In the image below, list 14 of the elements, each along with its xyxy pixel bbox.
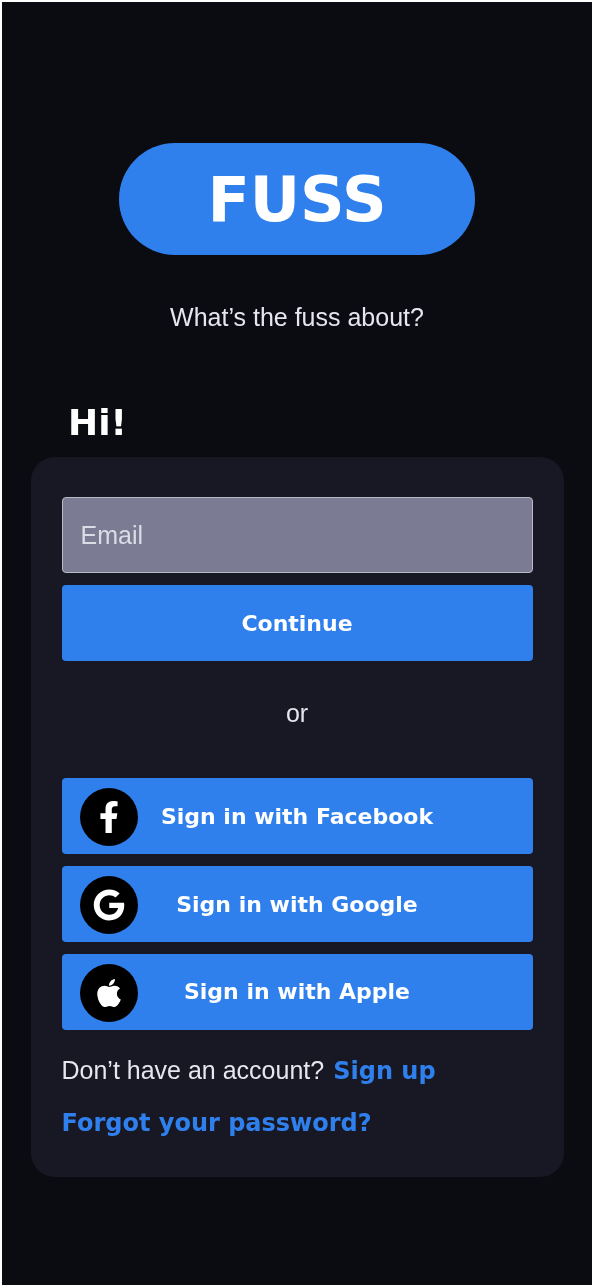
social-sign-in-button[interactable]: Sign in with Google [61,866,533,942]
signup-prompt: Don’t have an account? [61,1056,325,1085]
logo: FUSS [119,143,475,255]
divider-text: or [284,699,310,729]
social-sign-in-button[interactable]: Sign in with Facebook [61,778,533,854]
apple-icon [79,964,138,1022]
email-field[interactable]: Email [61,497,533,574]
forgot-password-link[interactable]: Forgot your password? [61,1109,372,1137]
tagline: What’s the fuss about? [170,303,424,332]
social-sign-in-button[interactable]: Sign in with Apple [61,954,533,1030]
google-icon [79,876,138,934]
sign-up-link[interactable]: Sign up [333,1057,436,1085]
continue-button[interactable]: Continue [61,585,533,662]
greeting-heading: Hi! [68,402,127,443]
